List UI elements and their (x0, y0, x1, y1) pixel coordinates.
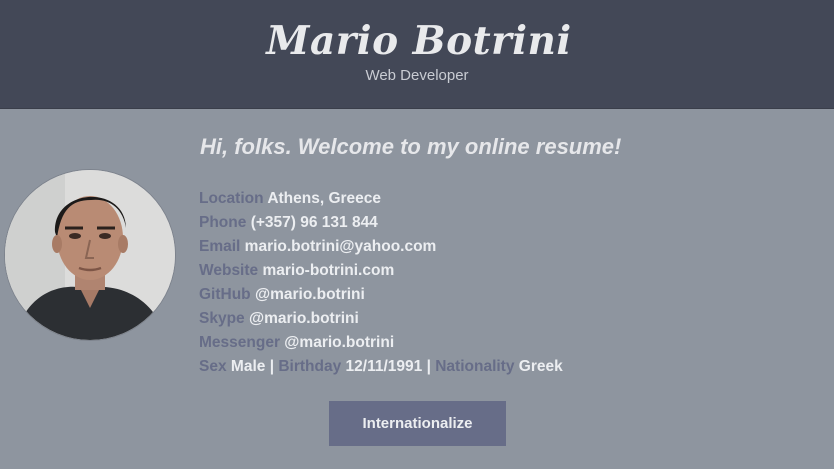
info-row-email: Email mario.botrini@yahoo.com (199, 237, 563, 261)
info-row-messenger: Messenger @mario.botrini (199, 333, 563, 357)
profile-photo (5, 170, 175, 340)
github-value: @mario.botrini (254, 286, 365, 303)
info-row-phone: Phone (+357) 96 131 844 (199, 213, 563, 237)
website-label: Website (199, 262, 259, 279)
skype-label: Skype (199, 310, 245, 327)
info-row-location: Location Athens, Greece (199, 189, 563, 213)
github-label: GitHub (199, 286, 251, 303)
contact-info: Location Athens, Greece Phone (+357) 96 … (199, 189, 563, 381)
site-header: Mario Botrini Web Developer (0, 0, 834, 109)
birthday-value: 12/11/1991 (345, 358, 423, 375)
phone-label: Phone (199, 214, 247, 231)
sex-value: Male (230, 358, 266, 375)
info-row-skype: Skype @mario.botrini (199, 309, 563, 333)
site-subtitle: Web Developer (365, 67, 469, 84)
info-row-personal-details: Sex Male | Birthday 12/11/1991 | Nationa… (199, 357, 563, 381)
email-label: Email (199, 238, 241, 255)
info-row-github: GitHub @mario.botrini (199, 285, 563, 309)
location-label: Location (199, 190, 264, 207)
welcome-heading: Hi, folks. Welcome to my online resume! (200, 134, 622, 159)
messenger-label: Messenger (199, 334, 280, 351)
birthday-label: Birthday (278, 358, 342, 375)
phone-value: (+357) 96 131 844 (250, 214, 378, 231)
info-row-website: Website mario-botrini.com (199, 261, 563, 285)
internationalize-button[interactable]: Internationalize (329, 401, 506, 446)
sex-label: Sex (199, 358, 227, 375)
email-value: mario.botrini@yahoo.com (244, 238, 437, 255)
nationality-label: Nationality (435, 358, 515, 375)
nationality-value: Greek (518, 358, 563, 375)
site-title: Mario Botrini (266, 18, 572, 64)
separator: | (426, 358, 431, 375)
separator: | (269, 358, 275, 375)
messenger-value: @mario.botrini (284, 334, 395, 351)
location-value: Athens, Greece (267, 190, 382, 207)
website-value: mario-botrini.com (262, 262, 395, 279)
skype-value: @mario.botrini (248, 310, 359, 327)
